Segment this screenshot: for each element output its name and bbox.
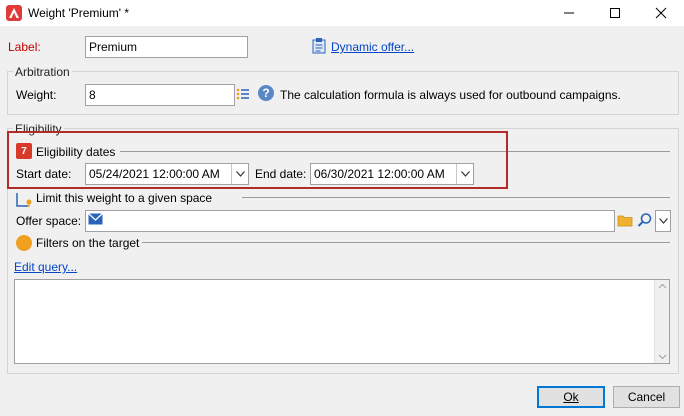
- cancel-button[interactable]: Cancel: [613, 386, 680, 408]
- query-textarea[interactable]: [14, 279, 670, 364]
- close-button[interactable]: [638, 0, 684, 26]
- weight-input[interactable]: 8: [85, 84, 235, 106]
- minimize-icon: [564, 12, 574, 14]
- folder-icon[interactable]: [617, 212, 633, 228]
- filters-divider: [142, 242, 670, 243]
- space-limit-title: Limit this weight to a given space: [36, 191, 213, 205]
- offer-space-input[interactable]: [85, 210, 615, 232]
- eligibility-dates-highlight: [7, 131, 508, 189]
- search-icon[interactable]: [637, 212, 653, 228]
- offer-space-dropdown[interactable]: [655, 210, 671, 232]
- query-scrollbar[interactable]: [654, 280, 669, 363]
- help-icon: ?: [258, 85, 274, 101]
- arbitration-group-title: Arbitration: [13, 65, 72, 79]
- weight-label: Weight:: [16, 88, 57, 102]
- edit-query-link[interactable]: Edit query...: [14, 260, 77, 274]
- label-input[interactable]: Premium: [85, 36, 248, 58]
- ok-button[interactable]: Ok: [537, 386, 605, 408]
- filters-title: Filters on the target: [36, 236, 140, 250]
- formula-edit-icon[interactable]: [236, 87, 250, 101]
- email-channel-icon: [88, 213, 103, 225]
- space-limit-icon: [16, 191, 32, 207]
- dynamic-offer-link[interactable]: Dynamic offer...: [331, 40, 414, 54]
- cancel-button-label: Cancel: [627, 390, 666, 404]
- offer-space-label: Offer space:: [16, 214, 82, 228]
- space-limit-divider: [242, 197, 670, 198]
- ok-button-label: Ok: [563, 390, 579, 404]
- clipboard-icon: [312, 37, 326, 54]
- app-logo-icon: [6, 5, 22, 21]
- filter-status-icon: [16, 235, 32, 251]
- close-icon: [655, 7, 667, 19]
- maximize-button[interactable]: [592, 0, 638, 26]
- chevron-down-icon: [658, 218, 668, 224]
- maximize-icon: [610, 8, 620, 18]
- arbitration-info-text: The calculation formula is always used f…: [280, 88, 621, 102]
- window-title: Weight 'Premium' *: [28, 6, 130, 20]
- label-field-label: Label:: [8, 40, 41, 54]
- minimize-button[interactable]: [546, 0, 592, 26]
